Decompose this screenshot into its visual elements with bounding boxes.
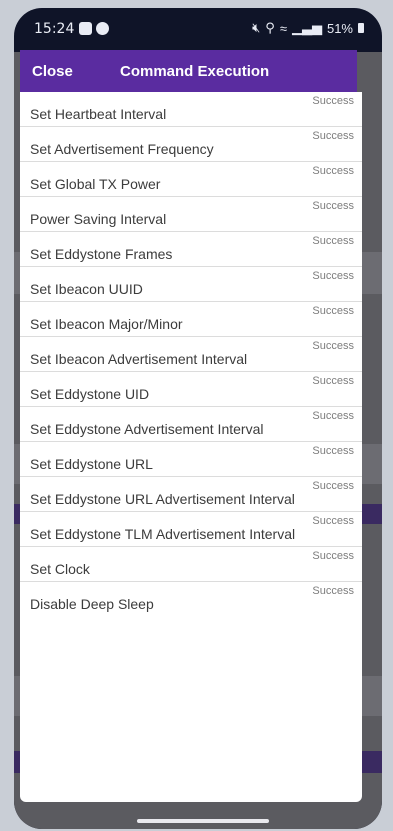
command-label: Set Ibeacon UUID	[30, 281, 143, 297]
vpn-icon	[96, 22, 109, 35]
command-status: Success	[312, 375, 354, 387]
signal-icon: ▁▃▅	[291, 20, 322, 35]
command-list: Success Set Heartbeat Interval Success Set …	[20, 92, 362, 802]
command-status: Success	[312, 270, 354, 282]
command-label: Set Ibeacon Major/Minor	[30, 316, 183, 332]
gallery-notification-icon	[79, 22, 92, 35]
command-label: Set Eddystone URL	[30, 456, 153, 472]
command-label: Set Eddystone Advertisement Interval	[30, 421, 264, 437]
command-row: Success Set Ibeacon UUID	[20, 267, 362, 302]
modal-title: Command Execution	[120, 63, 270, 80]
command-status: Success	[312, 165, 354, 177]
command-status: Success	[312, 550, 354, 562]
command-row: Success Set Advertisement Frequency	[20, 127, 362, 162]
wifi-icon: ≈	[279, 20, 287, 36]
command-row: Success Set Ibeacon Advertisement Interva…	[20, 337, 362, 372]
command-status: Success	[312, 95, 354, 107]
command-status: Success	[312, 305, 354, 317]
command-status: Success	[312, 445, 354, 457]
battery-icon	[358, 23, 364, 33]
battery-percent: 51%	[326, 20, 353, 36]
command-row: Success Set Eddystone Advertisement Inter…	[20, 407, 362, 442]
status-time: 15:24	[34, 21, 75, 37]
command-status: Success	[312, 130, 354, 142]
command-label: Set Eddystone UID	[30, 386, 150, 402]
location-icon: ⚲	[265, 20, 275, 35]
command-status: Success	[312, 200, 354, 212]
command-row: Success Set Global TX Power	[20, 162, 362, 197]
command-status: Success	[312, 515, 354, 527]
close-button[interactable]: Close	[32, 63, 73, 80]
status-right-group: 🔇︎ ⚲ ≈ ▁▃▅ 51%	[252, 20, 364, 36]
command-row: Success Set Clock	[20, 547, 362, 582]
command-status: Success	[312, 480, 354, 492]
command-label: Set Ibeacon Advertisement Interval	[30, 351, 248, 367]
command-label: Set Clock	[30, 561, 90, 577]
command-row: Success Set Eddystone Frames	[20, 232, 362, 267]
command-status: Success	[312, 340, 354, 352]
command-label: Set Eddystone TLM Advertisement Interval	[30, 526, 296, 542]
mute-icon: 🔇︎	[252, 20, 261, 35]
command-row: Success Set Eddystone TLM Advertisement I…	[20, 512, 362, 547]
command-label: Set Advertisement Frequency	[30, 141, 214, 157]
command-status: Success	[312, 235, 354, 247]
command-label: Set Global TX Power	[30, 176, 161, 192]
command-label: Power Saving Interval	[30, 211, 167, 227]
command-label: Disable Deep Sleep	[30, 596, 154, 612]
command-row: Success Set Eddystone UID	[20, 372, 362, 407]
command-row: Success Set Eddystone URL	[20, 442, 362, 477]
command-row: Success Set Eddystone URL Advertisement I…	[20, 477, 362, 512]
status-bar: 15:24 🔇︎ ⚲ ≈ ▁▃▅ 51%	[14, 8, 382, 52]
command-label: Set Eddystone Frames	[30, 246, 173, 262]
modal-header: Close Command Execution	[20, 50, 357, 92]
command-row: Success Set Ibeacon Major/Minor	[20, 302, 362, 337]
command-label: Set Heartbeat Interval	[30, 106, 167, 122]
command-label: Set Eddystone URL Advertisement Interval	[30, 491, 295, 507]
command-row: Success Power Saving Interval	[20, 197, 362, 232]
home-indicator[interactable]	[137, 819, 269, 823]
command-row: Success Disable Deep Sleep	[20, 582, 362, 617]
command-row: Success Set Heartbeat Interval	[20, 92, 362, 127]
command-status: Success	[312, 585, 354, 597]
command-status: Success	[312, 410, 354, 422]
